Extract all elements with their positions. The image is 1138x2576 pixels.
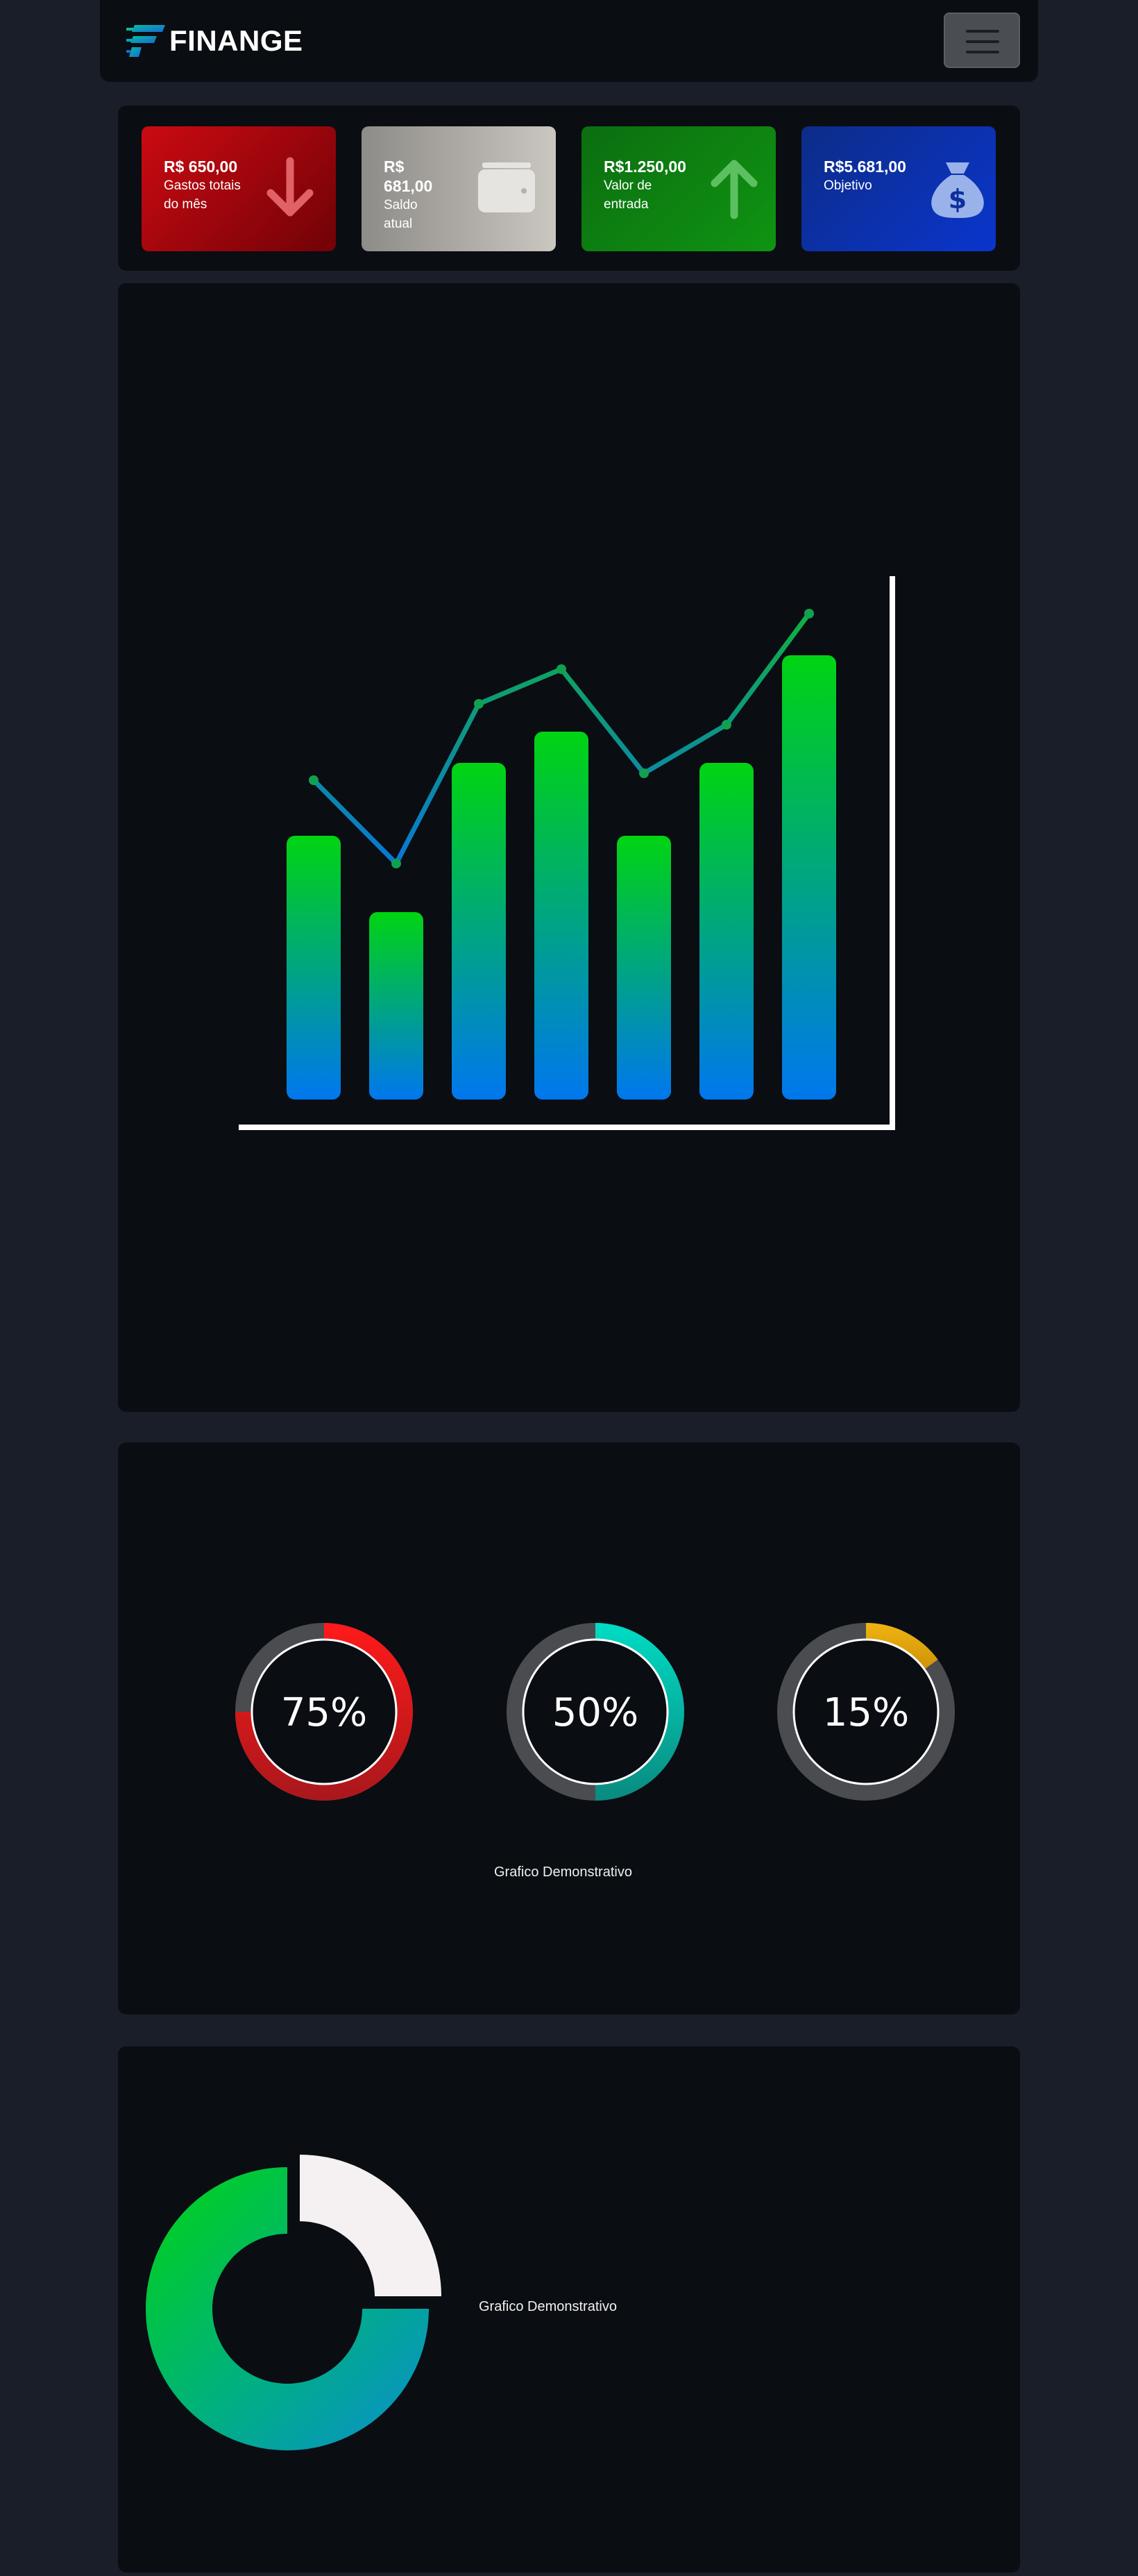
- progress-donuts-chart: 75% 50% 15%: [235, 1623, 955, 1801]
- progress-donut: 15%: [777, 1623, 955, 1801]
- progress-donuts-panel: 75% 50% 15% Grafico Demonstrativo: [118, 1442, 1020, 2014]
- logo-text: FINANGE: [169, 24, 303, 57]
- card-monthly-expenses[interactable]: R$ 650,00 Gastos totais do mês: [142, 126, 336, 251]
- donut-percent-label: 15%: [823, 1690, 909, 1735]
- card-label: entrada: [604, 197, 649, 212]
- card-value: R$ 650,00: [164, 158, 238, 176]
- card-label: atual: [384, 217, 413, 231]
- card-income-value[interactable]: R$1.250,00 Valor de entrada: [581, 126, 776, 251]
- donut-percent-label: 75%: [281, 1690, 367, 1735]
- arrow-up-icon: [711, 160, 758, 219]
- bar: [782, 655, 836, 1100]
- bar: [287, 836, 341, 1100]
- card-label: Objetivo: [824, 178, 872, 193]
- bar: [369, 912, 423, 1100]
- chart-caption: Grafico Demonstrativo: [479, 2299, 617, 2314]
- card-label: Gastos totais: [164, 178, 241, 193]
- bar: [534, 732, 588, 1100]
- card-value: R$5.681,00: [824, 158, 906, 176]
- money-bag-icon: $: [931, 162, 984, 218]
- line-point: [639, 768, 649, 778]
- hamburger-menu-icon: [966, 30, 999, 33]
- finange-logo-icon: [126, 25, 165, 57]
- top-navbar: FINANGE: [100, 0, 1038, 82]
- bar-chart-panel: [118, 283, 1020, 1412]
- card-value: R$1.250,00: [604, 158, 686, 176]
- summary-cards-panel: R$ 650,00 Gastos totais do mês R$ 681,00…: [118, 106, 1020, 271]
- line-point: [474, 699, 484, 709]
- line-point: [309, 775, 319, 785]
- bar: [699, 763, 754, 1100]
- progress-donut: 50%: [507, 1623, 684, 1801]
- donut-slice: [300, 2155, 441, 2296]
- line-point: [722, 720, 731, 730]
- progress-donut: 75%: [235, 1623, 413, 1801]
- card-goal[interactable]: R$5.681,00 Objetivo $: [801, 126, 996, 251]
- line-point: [557, 664, 566, 674]
- donut-chart-panel: Grafico Demonstrativo: [118, 2046, 1020, 2573]
- card-value: R$: [384, 158, 405, 176]
- bar: [617, 836, 671, 1100]
- line-point: [391, 859, 401, 868]
- wallet-icon: [478, 162, 535, 212]
- bar-line-chart: [239, 576, 895, 1130]
- line-point: [804, 609, 814, 618]
- card-label: Saldo: [384, 198, 418, 212]
- logo[interactable]: FINANGE: [126, 24, 303, 58]
- bar: [452, 763, 506, 1100]
- donut-percent-label: 50%: [552, 1690, 638, 1735]
- card-label: Valor de: [604, 178, 652, 193]
- arrow-down-icon: [266, 157, 314, 217]
- menu-toggle-button[interactable]: [944, 12, 1020, 68]
- card-label: do mês: [164, 197, 207, 212]
- card-value: 681,00: [384, 177, 433, 195]
- svg-text:$: $: [949, 184, 967, 214]
- chart-caption: Grafico Demonstrativo: [494, 1864, 632, 1880]
- card-current-balance[interactable]: R$ 681,00 Saldo atual: [362, 126, 556, 251]
